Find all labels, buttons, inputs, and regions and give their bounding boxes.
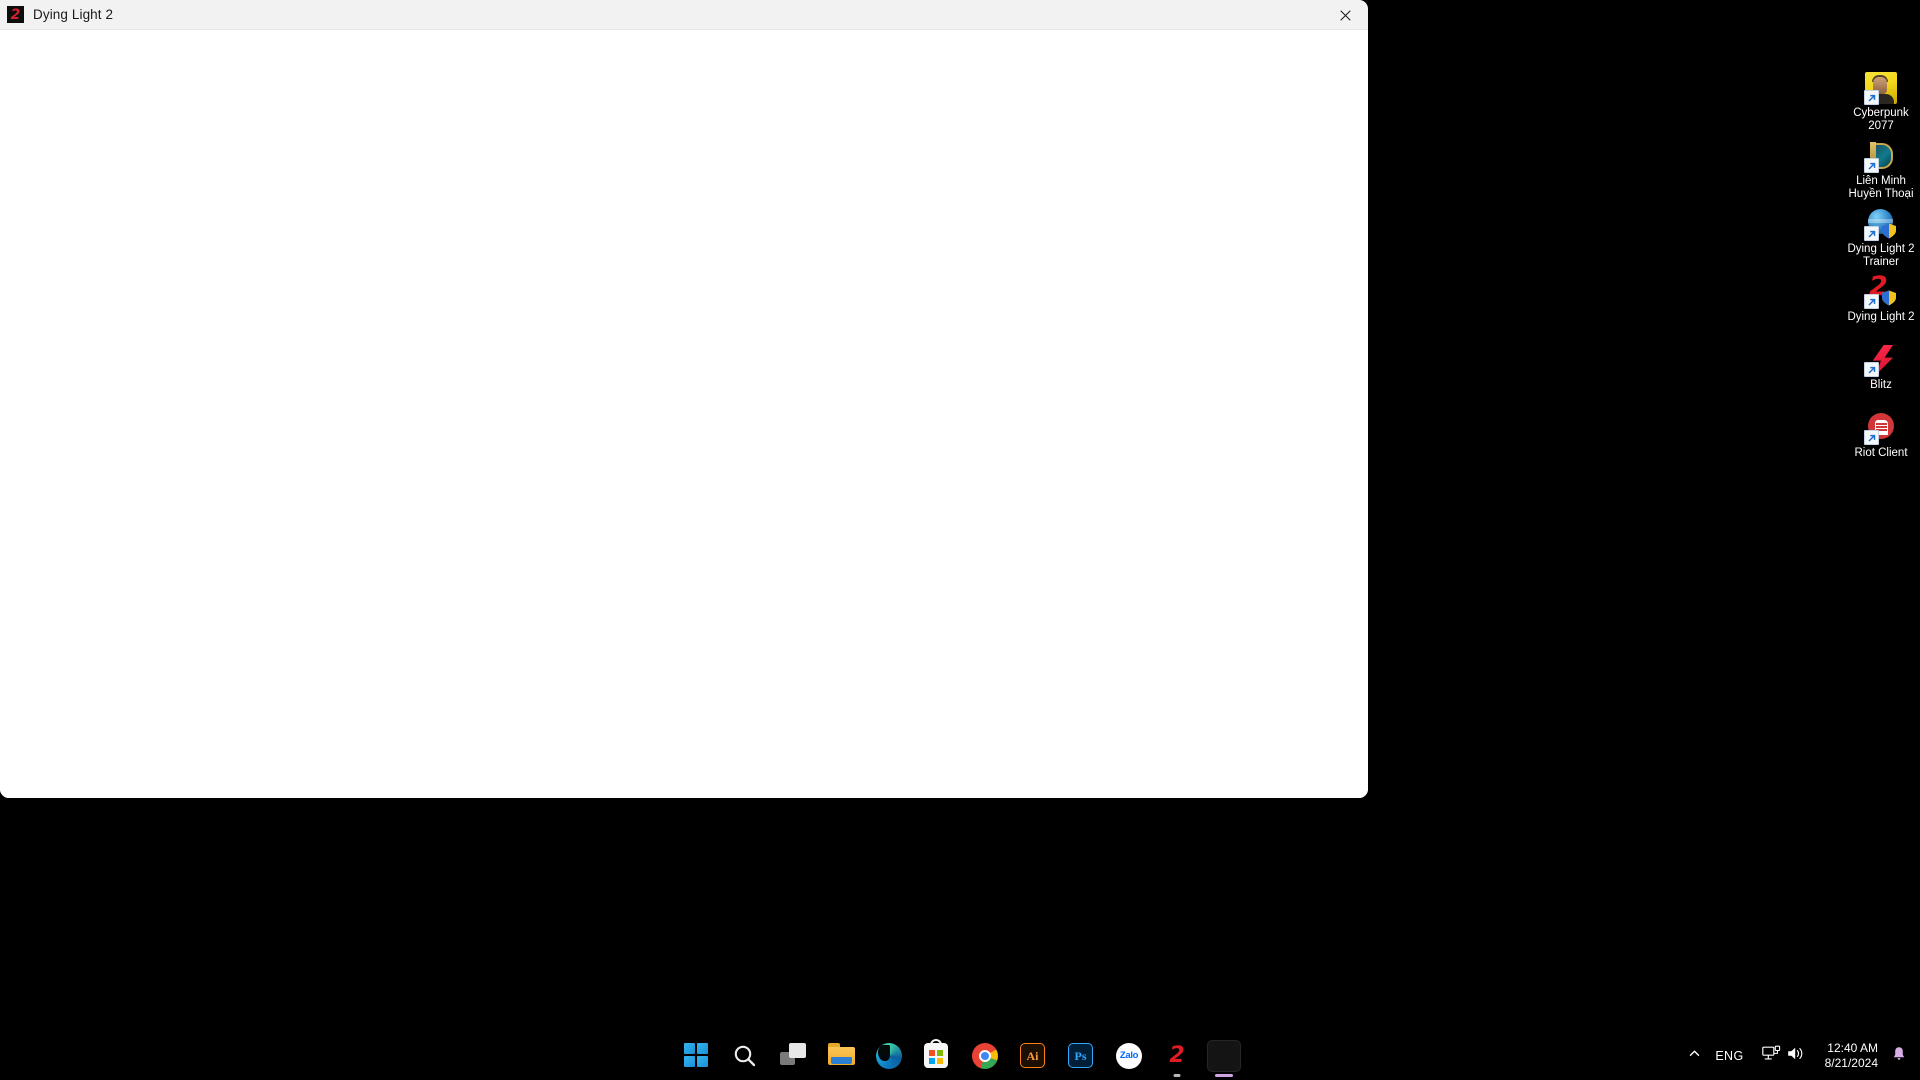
speaker-icon — [1787, 1045, 1806, 1067]
desktop[interactable]: 2 Dying Light 2 — [0, 0, 1920, 1080]
window-title: Dying Light 2 — [33, 7, 113, 22]
desktop-icon-grid: Cyberpunk 2077 Liên Minh Huyền Thoại — [1842, 70, 1920, 478]
desktop-icon-label: Dying Light 2 Trainer — [1842, 243, 1920, 269]
desktop-icon-riot-client[interactable]: Riot Client — [1842, 410, 1920, 478]
app-window[interactable]: 2 Dying Light 2 — [0, 0, 1368, 798]
desktop-icon-label: Liên Minh Huyền Thoại — [1842, 175, 1920, 201]
taskbar-search-button[interactable] — [721, 1032, 769, 1080]
tray-language-button[interactable]: ENG — [1708, 1036, 1750, 1076]
taskbar-chrome-button[interactable] — [961, 1032, 1009, 1080]
clock-time: 12:40 AM — [1827, 1041, 1878, 1056]
taskbar-app-area: Ai Ps Zalo 2 — [673, 1032, 1247, 1080]
taskbar-file-explorer-button[interactable] — [817, 1032, 865, 1080]
close-button[interactable] — [1322, 0, 1368, 30]
taskbar[interactable]: Ai Ps Zalo 2 — [0, 1032, 1920, 1080]
desktop-icon-label: Dying Light 2 — [1842, 311, 1920, 324]
dying-light-2-trainer-icon — [1865, 208, 1897, 240]
photoshop-icon-label: Ps — [1075, 1050, 1087, 1062]
app-icon-glyph: 2 — [11, 8, 21, 22]
task-view-icon — [780, 1043, 806, 1069]
ethernet-icon — [1762, 1045, 1781, 1067]
league-of-legends-icon — [1865, 140, 1897, 172]
running-indicator — [1174, 1074, 1181, 1077]
tray-overflow-button[interactable] — [1681, 1036, 1708, 1076]
tray-notifications-button[interactable] — [1886, 1036, 1912, 1076]
shortcut-arrow-icon — [1864, 430, 1879, 445]
taskbar-start-button[interactable] — [673, 1032, 721, 1080]
shortcut-arrow-icon — [1864, 294, 1879, 309]
close-icon — [1340, 10, 1351, 21]
blitz-icon — [1865, 344, 1897, 376]
riot-client-icon — [1865, 412, 1897, 444]
dying-light-2-icon: 2 — [7, 6, 24, 23]
taskbar-zalo-button[interactable]: Zalo — [1105, 1032, 1153, 1080]
taskbar-photoshop-button[interactable]: Ps — [1057, 1032, 1105, 1080]
window-content-area — [0, 30, 1368, 798]
zalo-icon-label: Zalo — [1120, 1051, 1138, 1061]
language-indicator: ENG — [1715, 1049, 1743, 1063]
shortcut-arrow-icon — [1864, 362, 1879, 377]
desktop-icon-lien-minh-huyen-thoai[interactable]: Liên Minh Huyền Thoại — [1842, 138, 1920, 206]
desktop-icon-label: Blitz — [1842, 379, 1920, 392]
desktop-icon-cyberpunk-2077[interactable]: Cyberpunk 2077 — [1842, 70, 1920, 138]
chrome-icon — [972, 1043, 998, 1069]
search-icon — [732, 1043, 758, 1069]
taskbar-microsoft-store-button[interactable] — [913, 1032, 961, 1080]
clock-date: 8/21/2024 — [1825, 1056, 1878, 1071]
desktop-icon-label: Riot Client — [1842, 447, 1920, 460]
zalo-icon: Zalo — [1116, 1043, 1142, 1069]
window-title-bar[interactable]: 2 Dying Light 2 — [0, 0, 1368, 30]
system-tray: ENG — [1681, 1032, 1920, 1080]
illustrator-icon: Ai — [1020, 1043, 1046, 1069]
edge-icon — [876, 1043, 902, 1069]
taskbar-illustrator-button[interactable]: Ai — [1009, 1032, 1057, 1080]
windows-logo-icon — [684, 1043, 710, 1069]
bell-icon — [1892, 1046, 1906, 1066]
cyberpunk-2077-icon — [1865, 72, 1897, 104]
desktop-icon-dying-light-2-trainer[interactable]: Dying Light 2 Trainer — [1842, 206, 1920, 274]
active-window-indicator — [1215, 1074, 1233, 1077]
taskbar-task-view-button[interactable] — [769, 1032, 817, 1080]
shortcut-arrow-icon — [1864, 90, 1879, 105]
shortcut-arrow-icon — [1864, 226, 1879, 241]
desktop-icon-label: Cyberpunk 2077 — [1842, 107, 1920, 133]
taskbar-dying-light-2-button[interactable]: 2 — [1153, 1032, 1201, 1080]
dying-light-2-icon: 2 — [1865, 276, 1897, 308]
shortcut-arrow-icon — [1864, 158, 1879, 173]
dying-light-2-icon: 2 — [1164, 1043, 1190, 1069]
photoshop-icon: Ps — [1068, 1043, 1094, 1069]
folder-icon — [828, 1043, 854, 1069]
desktop-icon-blitz[interactable]: Blitz — [1842, 342, 1920, 410]
chevron-up-icon — [1688, 1047, 1701, 1065]
illustrator-icon-label: Ai — [1027, 1050, 1039, 1062]
taskbar-active-window-button[interactable] — [1201, 1032, 1247, 1080]
dying-light-2-glyph: 2 — [1169, 1045, 1184, 1067]
taskbar-edge-button[interactable] — [865, 1032, 913, 1080]
microsoft-store-icon — [924, 1043, 950, 1069]
tray-network-volume-button[interactable] — [1751, 1036, 1817, 1076]
desktop-icon-dying-light-2[interactable]: 2 Dying Light 2 — [1842, 274, 1920, 342]
window-thumbnail-icon — [1207, 1040, 1241, 1072]
tray-clock[interactable]: 12:40 AM 8/21/2024 — [1817, 1036, 1886, 1076]
